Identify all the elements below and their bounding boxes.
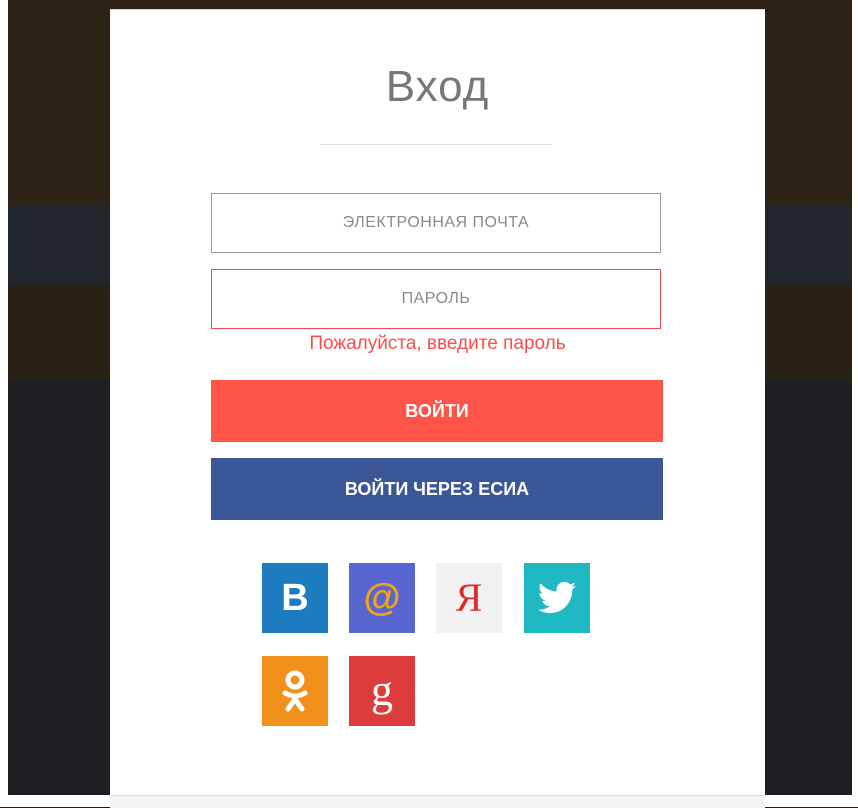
mailru-icon: @ [363, 577, 401, 619]
google-plus-icon: g [371, 666, 393, 715]
login-button[interactable]: ВОЙТИ [211, 380, 663, 442]
login-modal: Вход Пожалуйста, введите пароль ВОЙТИ ВО… [110, 9, 765, 796]
esia-login-button[interactable]: ВОЙТИ ЧЕРЕЗ ЕСИА [211, 458, 663, 520]
password-field[interactable] [211, 269, 661, 329]
twitter-icon [537, 581, 576, 613]
window-edge-left [0, 0, 8, 807]
modal-footer [110, 795, 765, 808]
twitter-login-button[interactable] [524, 563, 590, 633]
yandex-icon: Я [455, 575, 483, 620]
odnoklassniki-login-button[interactable] [262, 656, 328, 726]
vk-icon: B [281, 577, 309, 619]
password-error-message: Пожалуйста, введите пароль [309, 333, 566, 354]
google-plus-login-button[interactable]: g [349, 656, 415, 726]
mailru-login-button[interactable]: @ [349, 563, 415, 633]
yandex-login-button[interactable]: Я [436, 563, 502, 633]
vk-login-button[interactable]: B [262, 563, 328, 633]
modal-title: Вход [385, 62, 490, 111]
window-edge-right [852, 0, 858, 807]
email-field[interactable] [211, 193, 661, 253]
odnoklassniki-icon [282, 670, 308, 712]
title-divider [320, 144, 552, 145]
